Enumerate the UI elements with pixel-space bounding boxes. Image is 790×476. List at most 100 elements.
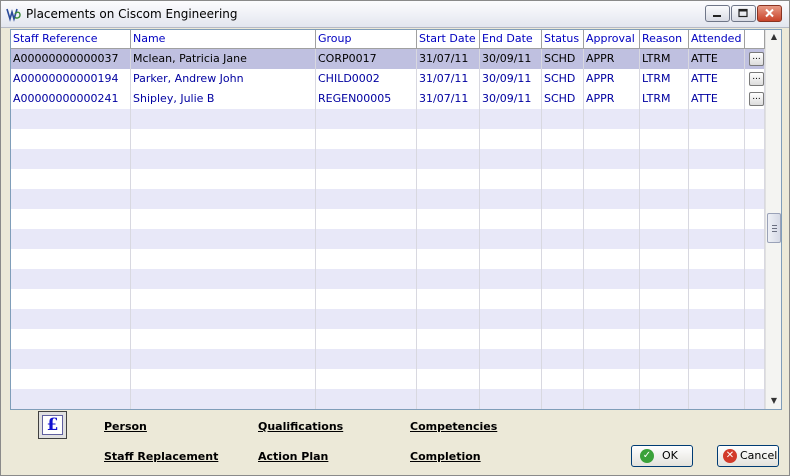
completion-link[interactable]: Completion	[410, 450, 481, 463]
cancel-button[interactable]: ✕ Cancel	[717, 445, 779, 467]
table-cell	[542, 109, 584, 129]
table-cell	[417, 389, 480, 409]
table-cell	[131, 209, 316, 229]
empty-row	[11, 289, 765, 309]
table-cell	[584, 189, 640, 209]
table-cell: REGEN00005	[316, 89, 417, 109]
app-logo-icon	[6, 8, 21, 22]
table-row[interactable]: A00000000000037 Mclean, Patricia Jane CORP…	[11, 49, 765, 69]
table-cell	[11, 289, 131, 309]
table-cell	[689, 149, 745, 169]
table-cell	[417, 249, 480, 269]
table-cell	[640, 129, 689, 149]
table-cell	[640, 209, 689, 229]
table-cell	[480, 169, 542, 189]
table-cell	[640, 329, 689, 349]
table-cell	[745, 309, 765, 329]
close-icon	[765, 8, 774, 18]
row-details-button[interactable]: ...	[749, 52, 764, 66]
table-cell	[689, 229, 745, 249]
table-cell: LTRM	[640, 49, 689, 69]
table-cell	[542, 209, 584, 229]
table-cell	[542, 309, 584, 329]
table-cell	[542, 349, 584, 369]
placements-grid[interactable]: Staff Reference Name Group Start Date End Da…	[10, 29, 782, 410]
table-cell	[480, 309, 542, 329]
header-status[interactable]: Status	[542, 30, 584, 48]
table-cell	[640, 389, 689, 409]
header-name[interactable]: Name	[131, 30, 316, 48]
table-cell: Parker, Andrew John	[131, 69, 316, 89]
table-cell	[480, 329, 542, 349]
table-cell	[11, 189, 131, 209]
table-cell	[584, 329, 640, 349]
table-cell	[480, 349, 542, 369]
table-cell	[131, 269, 316, 289]
table-cell	[316, 369, 417, 389]
table-cell	[640, 289, 689, 309]
table-cell	[745, 229, 765, 249]
scroll-down-icon[interactable]: ▼	[769, 396, 779, 406]
competencies-link[interactable]: Competencies	[410, 420, 497, 433]
empty-row	[11, 389, 765, 409]
header-attended[interactable]: Attended	[689, 30, 745, 48]
header-reason[interactable]: Reason	[640, 30, 689, 48]
table-cell	[542, 229, 584, 249]
qualifications-link[interactable]: Qualifications	[258, 420, 343, 433]
row-details-button[interactable]: ...	[749, 72, 764, 86]
table-cell	[542, 289, 584, 309]
header-start-date[interactable]: Start Date	[417, 30, 480, 48]
maximize-button[interactable]	[731, 5, 756, 22]
financial-button[interactable]: £	[38, 411, 67, 439]
staff-replacement-link[interactable]: Staff Replacement	[104, 450, 218, 463]
table-cell	[745, 189, 765, 209]
table-cell	[480, 209, 542, 229]
table-cell	[480, 249, 542, 269]
table-cell	[584, 129, 640, 149]
table-cell	[542, 389, 584, 409]
window-title: Placements on Ciscom Engineering	[26, 7, 238, 21]
table-cell	[11, 329, 131, 349]
table-cell	[689, 309, 745, 329]
table-cell: 30/09/11	[480, 69, 542, 89]
row-details-button[interactable]: ...	[749, 92, 764, 106]
table-cell: 31/07/11	[417, 49, 480, 69]
table-cell	[480, 289, 542, 309]
table-cell	[131, 129, 316, 149]
minimize-button[interactable]	[705, 5, 730, 22]
table-cell: SCHD	[542, 89, 584, 109]
action-plan-link[interactable]: Action Plan	[258, 450, 328, 463]
table-cell	[417, 149, 480, 169]
table-cell: Mclean, Patricia Jane	[131, 49, 316, 69]
table-row[interactable]: A00000000000194 Parker, Andrew John CHILD0…	[11, 69, 765, 89]
table-cell	[131, 329, 316, 349]
header-approval[interactable]: Approval	[584, 30, 640, 48]
table-cell	[417, 109, 480, 129]
table-cell	[640, 229, 689, 249]
close-button[interactable]	[757, 5, 782, 22]
table-row[interactable]: A00000000000241 Shipley, Julie B REGEN0000…	[11, 89, 765, 109]
header-end-date[interactable]: End Date	[480, 30, 542, 48]
table-cell: CHILD0002	[316, 69, 417, 89]
table-cell: LTRM	[640, 69, 689, 89]
table-cell	[640, 249, 689, 269]
header-staff-reference[interactable]: Staff Reference	[11, 30, 131, 48]
person-link[interactable]: Person	[104, 420, 147, 433]
table-cell	[745, 269, 765, 289]
table-cell: A00000000000194	[11, 69, 131, 89]
table-cell	[542, 169, 584, 189]
table-cell	[131, 169, 316, 189]
empty-row	[11, 209, 765, 229]
table-cell	[745, 149, 765, 169]
table-cell	[640, 369, 689, 389]
table-cell	[640, 269, 689, 289]
vertical-scrollbar[interactable]: ▲ ▼	[765, 30, 781, 409]
scroll-up-icon[interactable]: ▲	[769, 32, 779, 42]
header-group[interactable]: Group	[316, 30, 417, 48]
ok-button[interactable]: ✓ OK	[631, 445, 693, 467]
table-cell	[480, 109, 542, 129]
table-cell	[417, 349, 480, 369]
scroll-thumb[interactable]	[767, 213, 781, 243]
table-cell	[316, 389, 417, 409]
table-cell	[417, 229, 480, 249]
